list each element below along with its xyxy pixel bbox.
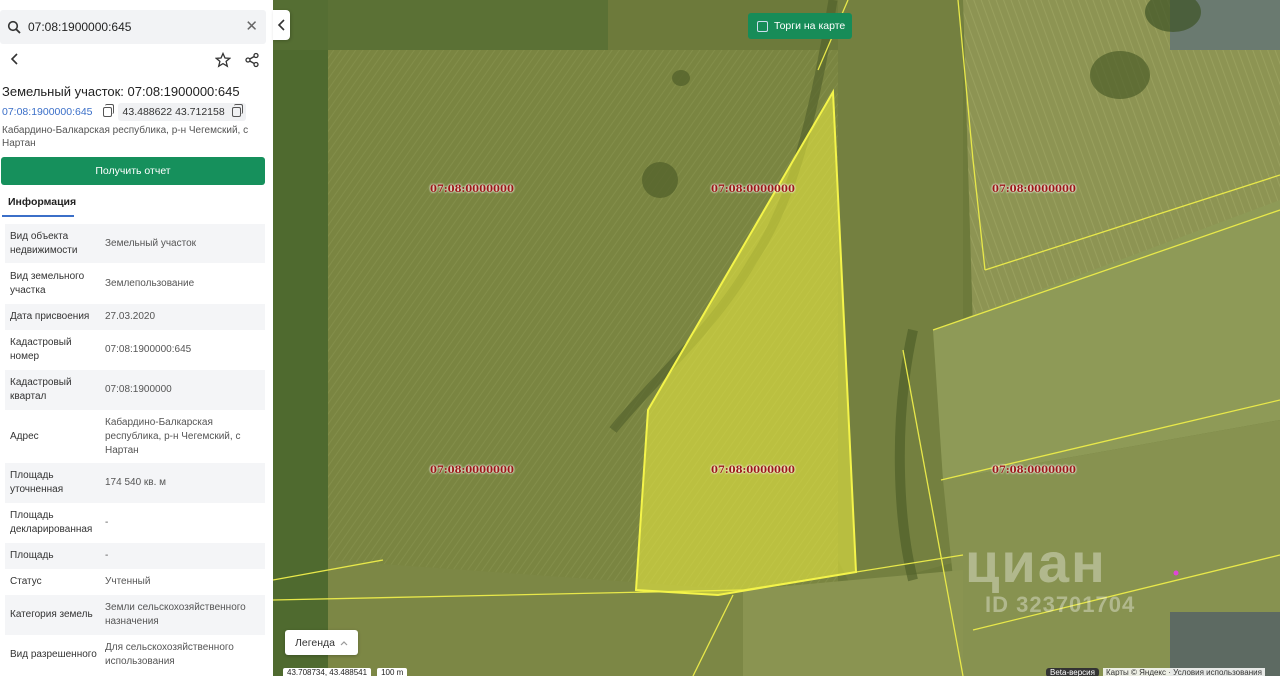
parcel-title: Земельный участок: 07:08:1900000:645 [2,84,240,99]
info-value: - [105,517,109,528]
info-row: Площадь - [5,543,265,569]
coordinates-text: 43.488622 43.712158 [122,106,225,118]
info-row: Адрес Кабардино-Балкарская республика, р-… [5,410,265,463]
info-row: Кадастровый номер 07:08:1900000:645 [5,330,265,370]
info-key: Кадастровый квартал [10,377,72,402]
watermark-id: ID 323701704 [985,592,1136,617]
search-bar: ✕ [0,10,266,44]
info-value: Землепользование [105,277,195,289]
info-row: Категория земель Земли сельскохозяйственн… [5,595,265,635]
info-key: Площадь декларированная [10,510,93,535]
map-statusbar: 43.708734, 43.488541 100 m [283,668,408,676]
info-value: Учтенный [105,576,151,587]
plot-label: 07:08:0000000 [430,465,514,476]
legend-label: Легенда [295,636,335,649]
search-input[interactable] [28,20,228,34]
cursor-coordinates: 43.708734, 43.488541 [283,668,372,676]
parcel-id-row: 07:08:1900000:645 43.488622 43.712158 [2,103,246,121]
info-value: 174 540 кв. м [105,477,167,488]
watermark-logo: циан [965,531,1107,594]
plot-label: 07:08:0000000 [711,465,795,476]
map-canvas[interactable]: 07:08:0000000 07:08:0000000 07:08:000000… [273,0,1280,676]
info-key: Категория земель [10,609,93,620]
cadastral-number-link[interactable]: 07:08:1900000:645 [2,106,93,118]
scale-bar: 100 m [377,668,408,676]
map-copyright: Beta-версия Карты © Яндекс · Условия исп… [1046,668,1265,676]
info-key: Вид земельного участка [10,270,85,296]
info-row: Дата присвоения 27.03.2020 [5,304,265,330]
chevron-up-icon [340,640,348,645]
info-value: 07:08:1900000 [105,384,172,395]
copy-cadastral-icon[interactable] [102,104,114,117]
info-value: 07:08:1900000:645 [105,344,192,355]
info-row: Вид объекта недвижимости Земельный участо… [5,224,265,263]
auctions-on-map-toggle[interactable]: Торги на карте [748,13,852,39]
info-value: Земельный участок [105,237,197,249]
info-value: Земли сельскохозяйственного назначения [105,602,246,627]
info-value: 27.03.2020 [105,311,156,322]
copyright-text[interactable]: Карты © Яндекс · Условия использования [1102,668,1265,676]
tab-information[interactable]: Информация [2,192,76,217]
info-value: Кабардино-Балкарская республика, р-н Чег… [105,416,241,456]
search-icon [0,20,28,34]
plot-label: 07:08:0000000 [992,465,1076,476]
plot-label: 07:08:0000000 [430,184,514,195]
tabs: Информация [0,192,266,217]
info-key: Вид разрешенного [10,649,97,660]
info-row: Вид земельного участка Землепользование [5,263,265,304]
satellite-map [273,0,1280,676]
copy-coordinates-icon[interactable] [231,104,243,117]
info-key: Адрес [10,430,39,442]
plot-label: 07:08:0000000 [992,184,1076,195]
sidebar: ✕ Земельный участок: 07:08:1900000:645 0… [0,0,273,676]
info-key: Дата присвоения [10,311,90,322]
info-row: Кадастровый квартал 07:08:1900000 [5,370,265,410]
beta-badge: Beta-версия [1046,668,1099,676]
coordinates-chip: 43.488622 43.712158 [117,103,246,121]
info-key: Статус [10,576,42,587]
info-key: Кадастровый номер [10,337,72,362]
info-row: Статус Учтенный [5,569,265,595]
checkbox-icon[interactable] [757,20,768,32]
collapse-sidebar-button[interactable] [273,10,290,40]
info-value: - [105,550,109,561]
info-row: Вид разрешенного Для сельскохозяйственног… [5,635,265,675]
info-value: Для сельскохозяйственного использования [105,642,234,667]
info-row: Площадь уточненная 174 540 кв. м [5,463,265,503]
share-icon[interactable] [244,52,260,73]
info-key: Площадь уточненная [10,470,64,495]
info-key: Вид объекта недвижимости [10,230,78,256]
get-report-button[interactable]: Получить отчет [1,157,265,185]
detail-toolbar [0,50,266,72]
info-row: Площадь декларированная - [5,503,265,543]
legend-button[interactable]: Легенда [285,630,358,655]
chevron-left-icon [277,19,285,31]
clear-search-icon[interactable]: ✕ [245,19,258,34]
favorite-star-icon[interactable] [214,51,232,73]
info-key: Площадь [10,550,54,561]
auctions-label: Торги на карте [774,20,846,32]
parcel-address: Кабардино-Балкарская республика, р-н Чег… [2,125,249,149]
info-table: Вид объекта недвижимости Земельный участо… [5,224,265,675]
plot-label: 07:08:0000000 [711,184,795,195]
back-arrow-icon[interactable] [8,52,22,71]
